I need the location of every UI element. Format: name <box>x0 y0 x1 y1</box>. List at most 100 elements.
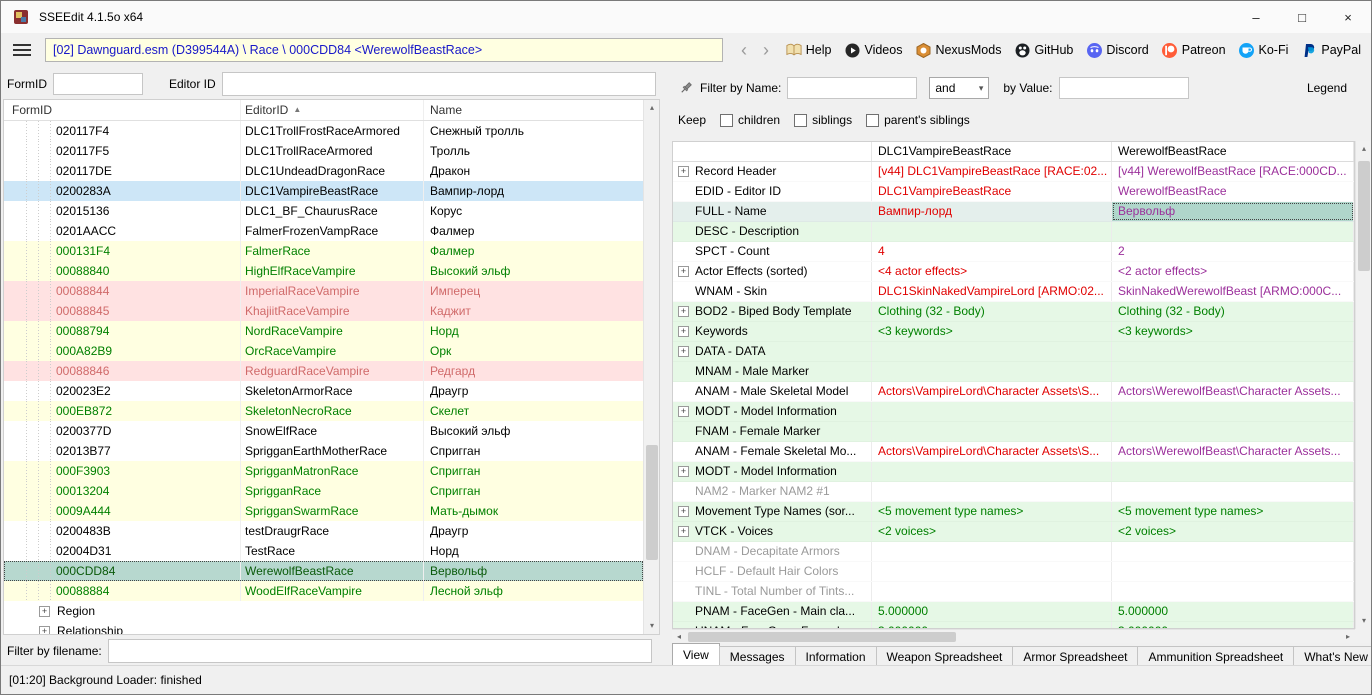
tab-ammunition-spreadsheet[interactable]: Ammunition Spreadsheet <box>1137 646 1294 667</box>
field-row[interactable]: UNAM - FaceGen - Face cl...3.0000003.000… <box>673 622 1354 628</box>
tab-information[interactable]: Information <box>795 646 877 667</box>
menu-icon[interactable] <box>13 41 31 59</box>
formid-column-header[interactable]: FormID <box>4 100 241 120</box>
field-row[interactable]: TINL - Total Number of Tints... <box>673 582 1354 602</box>
field-row[interactable]: FNAM - Female Marker <box>673 422 1354 442</box>
record-row[interactable]: 000F3903SprigganMatronRaceСпригган <box>4 461 643 481</box>
expand-icon[interactable]: + <box>39 626 50 635</box>
toolbar-link-videos[interactable]: Videos <box>844 42 902 58</box>
formid-input[interactable] <box>53 73 143 95</box>
breadcrumb[interactable]: [02] Dawnguard.esm (D399544A) \ Race \ 0… <box>45 38 723 62</box>
field-row[interactable]: NAM2 - Marker NAM2 #1 <box>673 482 1354 502</box>
record-row[interactable]: 02013B77SprigganEarthMotherRaceСпригган <box>4 441 643 461</box>
scroll-up-icon[interactable]: ▴ <box>644 100 660 116</box>
scroll-up-icon[interactable]: ▴ <box>1356 141 1372 157</box>
toolbar-link-discord[interactable]: Discord <box>1086 42 1148 58</box>
record-row[interactable]: 0009A444SprigganSwarmRaceМать-дымок <box>4 501 643 521</box>
werewolfbeastrace-column-header[interactable]: WerewolfBeastRace <box>1112 142 1354 161</box>
maximize-button[interactable]: □ <box>1279 1 1325 33</box>
record-row[interactable]: 000A82B9OrcRaceVampireОрк <box>4 341 643 361</box>
expand-icon[interactable]: + <box>678 306 689 317</box>
scroll-right-icon[interactable]: ▸ <box>1341 630 1355 644</box>
field-row[interactable]: SPCT - Count42 <box>673 242 1354 262</box>
right-vertical-scrollbar[interactable]: ▴ ▾ <box>1355 141 1371 629</box>
tab-messages[interactable]: Messages <box>719 646 796 667</box>
field-row[interactable]: PNAM - FaceGen - Main cla...5.0000005.00… <box>673 602 1354 622</box>
forward-button[interactable]: › <box>755 40 777 60</box>
field-row[interactable]: EDID - Editor IDDLC1VampireBeastRaceWere… <box>673 182 1354 202</box>
record-row[interactable]: 0201AACCFalmerFrozenVampRaceФалмер <box>4 221 643 241</box>
record-row[interactable]: 0200483BtestDraugrRaceДраугр <box>4 521 643 541</box>
record-row[interactable]: 000CDD84WerewolfBeastRaceВервольф <box>4 561 643 581</box>
field-row[interactable]: DNAM - Decapitate Armors <box>673 542 1354 562</box>
field-row[interactable]: +Keywords<3 keywords><3 keywords> <box>673 322 1354 342</box>
field-row[interactable]: +BOD2 - Biped Body TemplateClothing (32 … <box>673 302 1354 322</box>
right-scrollbar-thumb[interactable] <box>1358 161 1370 271</box>
vampirebeastrace-column-header[interactable]: DLC1VampireBeastRace <box>872 142 1112 161</box>
field-row[interactable]: +Movement Type Names (sor...<5 movement … <box>673 502 1354 522</box>
record-row[interactable]: 02015136DLC1_BF_ChaurusRaceКорус <box>4 201 643 221</box>
left-vertical-scrollbar[interactable]: ▴ ▾ <box>643 100 659 634</box>
field-row[interactable]: DESC - Description <box>673 222 1354 242</box>
minimize-button[interactable]: – <box>1233 1 1279 33</box>
legend-link[interactable]: Legend <box>1307 81 1347 95</box>
tree-node-region[interactable]: +Region <box>4 601 643 621</box>
field-row[interactable]: +Actor Effects (sorted)<4 actor effects>… <box>673 262 1354 282</box>
field-row[interactable]: FULL - NameВампир-лордВервольф <box>673 202 1354 222</box>
back-button[interactable]: ‹ <box>733 40 755 60</box>
expand-icon[interactable]: + <box>678 266 689 277</box>
keep-option-parent-s-siblings[interactable]: parent's siblings <box>866 113 970 127</box>
pin-icon[interactable] <box>678 80 694 96</box>
record-row[interactable]: 00088846RedguardRaceVampireРедгард <box>4 361 643 381</box>
record-row[interactable]: 00088844ImperialRaceVampireИмперец <box>4 281 643 301</box>
filter-value-input[interactable] <box>1059 77 1189 99</box>
filter-operator-dropdown[interactable]: and ▾ <box>929 77 989 99</box>
record-row[interactable]: 020023E2SkeletonArmorRaceДраугр <box>4 381 643 401</box>
expand-icon[interactable]: + <box>678 406 689 417</box>
checkbox-icon[interactable] <box>794 114 807 127</box>
name-column-header[interactable]: Name <box>424 100 643 120</box>
expand-icon[interactable]: + <box>678 326 689 337</box>
field-row[interactable]: +MODT - Model Information <box>673 402 1354 422</box>
field-row[interactable]: ANAM - Male Skeletal ModelActors\Vampire… <box>673 382 1354 402</box>
toolbar-link-github[interactable]: GitHub <box>1014 42 1073 58</box>
toolbar-link-nexusmods[interactable]: NexusMods <box>915 42 1001 58</box>
record-row[interactable]: 020117F4DLC1TrollFrostRaceArmoredСнежный… <box>4 121 643 141</box>
toolbar-link-kofi[interactable]: Ko-Fi <box>1239 42 1289 58</box>
record-row[interactable]: 000EB872SkeletonNecroRaceСкелет <box>4 401 643 421</box>
filter-filename-input[interactable] <box>108 639 652 663</box>
expand-icon[interactable]: + <box>678 346 689 357</box>
record-row[interactable]: 000131F4FalmerRaceФалмер <box>4 241 643 261</box>
record-row[interactable]: 0200377DSnowElfRaceВысокий эльф <box>4 421 643 441</box>
close-button[interactable]: × <box>1325 1 1371 33</box>
field-row[interactable]: +VTCK - Voices<2 voices><2 voices> <box>673 522 1354 542</box>
record-row[interactable]: 00013204SprigganRaceСпригган <box>4 481 643 501</box>
toolbar-link-paypal[interactable]: PayPal <box>1301 42 1361 58</box>
tree-node-relationship[interactable]: +Relationship <box>4 621 643 634</box>
tab-view[interactable]: View <box>672 643 720 667</box>
filter-name-input[interactable] <box>787 77 917 99</box>
record-row[interactable]: 00088884WoodElfRaceVampireЛесной эльф <box>4 581 643 601</box>
expand-icon[interactable]: + <box>678 166 689 177</box>
toolbar-link-help[interactable]: Help <box>786 42 832 58</box>
tab-what-s-new[interactable]: What's New <box>1293 646 1372 667</box>
record-row[interactable]: 020117DEDLC1UndeadDragonRaceДракон <box>4 161 643 181</box>
record-row[interactable]: 02004D31TestRaceНорд <box>4 541 643 561</box>
left-scrollbar-thumb[interactable] <box>646 445 658 560</box>
record-row[interactable]: 00088794NordRaceVampireНорд <box>4 321 643 341</box>
expand-icon[interactable]: + <box>39 606 50 617</box>
checkbox-icon[interactable] <box>866 114 879 127</box>
toolbar-link-patreon[interactable]: Patreon <box>1162 42 1226 58</box>
scroll-down-icon[interactable]: ▾ <box>1356 613 1372 629</box>
field-row[interactable]: +MODT - Model Information <box>673 462 1354 482</box>
field-row[interactable]: HCLF - Default Hair Colors <box>673 562 1354 582</box>
expand-icon[interactable]: + <box>678 466 689 477</box>
field-row[interactable]: +DATA - DATA <box>673 342 1354 362</box>
editorid-column-header[interactable]: EditorID▲ <box>241 100 424 120</box>
field-column-header[interactable] <box>673 142 872 161</box>
scroll-left-icon[interactable]: ◂ <box>672 630 686 644</box>
tab-armor-spreadsheet[interactable]: Armor Spreadsheet <box>1012 646 1138 667</box>
record-row[interactable]: 00088840HighElfRaceVampireВысокий эльф <box>4 261 643 281</box>
field-row[interactable]: MNAM - Male Marker <box>673 362 1354 382</box>
editorid-input[interactable] <box>222 72 656 96</box>
